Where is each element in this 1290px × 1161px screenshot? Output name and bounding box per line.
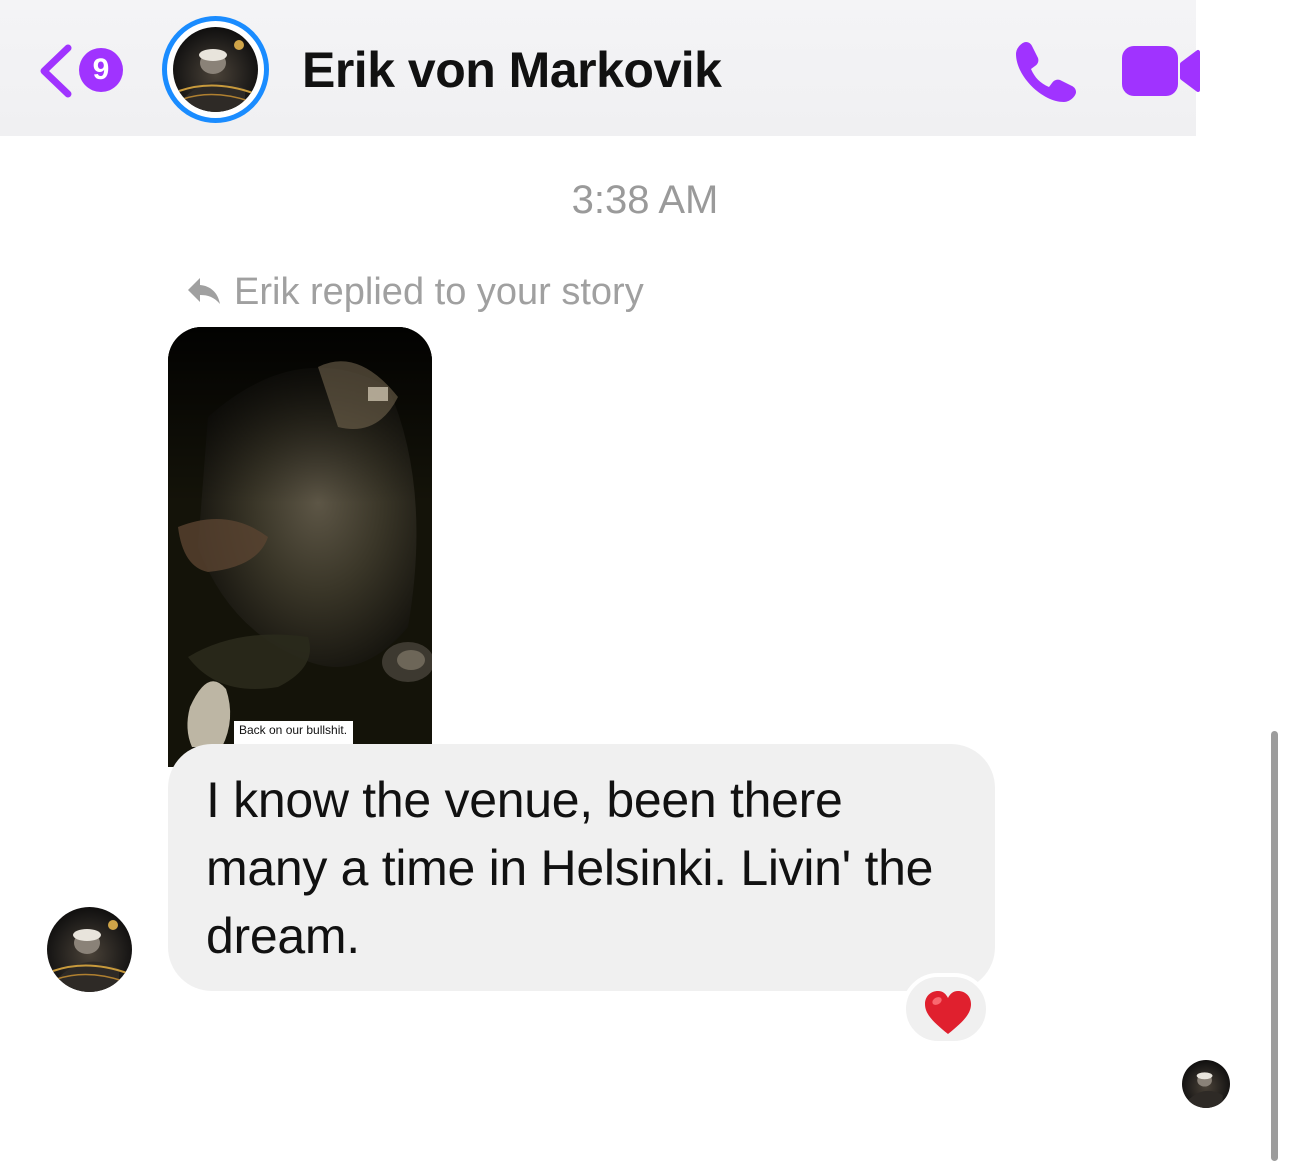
message-timestamp: 3:38 AM xyxy=(571,178,719,222)
story-thumbnail[interactable]: Back on our bullshit. xyxy=(168,327,432,767)
chat-header: 9 Erik von Markovik xyxy=(0,0,1200,136)
message-reaction[interactable] xyxy=(902,973,990,1045)
heart-icon xyxy=(925,991,971,1034)
reply-note-text: Erik replied to your story xyxy=(234,271,644,313)
incoming-message-bubble[interactable]: I know the venue, been there many a time… xyxy=(168,744,995,991)
story-caption: Back on our bullshit. xyxy=(234,721,354,745)
scrollbar[interactable] xyxy=(1271,731,1278,1161)
phone-icon xyxy=(1016,42,1076,102)
reply-arrow-icon xyxy=(188,278,220,304)
unread-count-badge: 9 xyxy=(79,48,123,92)
messenger-chat-screen: 9 Erik von Markovik 3:38 AM Erik replied… xyxy=(0,0,1290,1161)
video-call-button[interactable] xyxy=(1120,42,1202,100)
back-button[interactable]: 9 xyxy=(36,38,136,102)
sender-avatar-image xyxy=(47,907,132,992)
seen-avatar-image xyxy=(1182,1060,1230,1108)
message-text: I know the venue, been there many a time… xyxy=(206,772,934,964)
contact-name[interactable]: Erik von Markovik xyxy=(302,38,722,102)
contact-avatar[interactable] xyxy=(162,16,269,123)
chevron-left-icon xyxy=(40,44,72,98)
seen-receipt-avatar xyxy=(1182,1060,1230,1108)
audio-call-button[interactable] xyxy=(1012,36,1082,106)
story-image xyxy=(168,327,432,767)
sender-avatar[interactable] xyxy=(47,907,132,992)
video-camera-icon xyxy=(1122,46,1200,96)
contact-avatar-image xyxy=(173,27,258,112)
